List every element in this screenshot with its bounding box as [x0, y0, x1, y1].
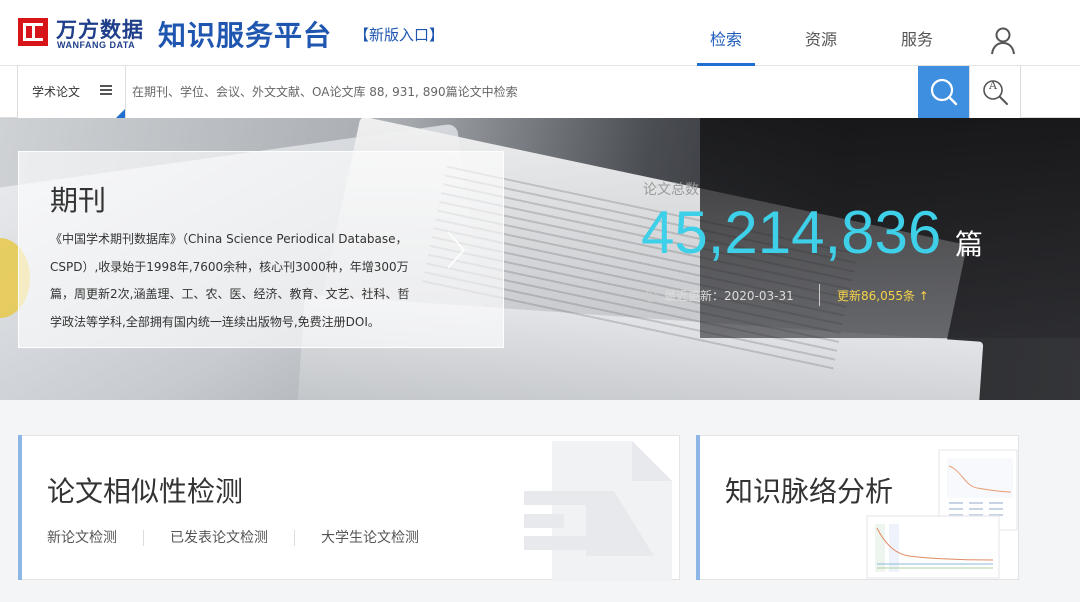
journal-info-card[interactable]: 期刊 《中国学术期刊数据库》（China Science Periodical … — [18, 151, 504, 348]
header: 万方数据 WANFANG DATA 知识服务平台 【新版入口】 检索 资源 服务 — [0, 0, 1080, 66]
card-links: 新论文检测 已发表论文检测 大学生论文检测 — [47, 527, 419, 547]
chevron-right-icon[interactable] — [445, 230, 467, 270]
nav-services[interactable]: 服务 — [901, 0, 935, 66]
update-date: 最近更新：2020-03-31 — [664, 289, 794, 303]
student-paper-check-link[interactable]: 大学生论文检测 — [321, 527, 419, 547]
similarity-check-card[interactable]: 论文相似性检测 新论文检测 已发表论文检测 大学生论文检测 — [18, 435, 680, 581]
divider — [819, 284, 820, 306]
user-icon[interactable] — [990, 27, 1016, 55]
advanced-search-icon: A — [983, 79, 1008, 105]
published-paper-check-link[interactable]: 已发表论文检测 — [170, 527, 268, 547]
nav-search[interactable]: 检索 — [697, 0, 755, 66]
stat-unit: 篇 — [955, 228, 984, 261]
logo-subtext: WANFANG DATA — [57, 40, 136, 50]
hero-banner: 期刊 《中国学术期刊数据库》（China Science Periodical … — [0, 118, 1080, 400]
card-accent — [696, 435, 700, 580]
card-title: 论文相似性检测 — [47, 475, 244, 508]
knowledge-analysis-card[interactable]: 知识脉络分析 — [696, 435, 1019, 580]
journal-description: 《中国学术期刊数据库》（China Science Periodical Dat… — [50, 232, 410, 329]
search-icon — [930, 78, 958, 106]
nav-resources[interactable]: 资源 — [805, 0, 839, 66]
card-accent — [18, 435, 22, 580]
new-version-entry-link[interactable]: 【新版入口】 — [354, 24, 444, 45]
svg-text:A: A — [988, 79, 998, 92]
chart-thumbnail-icon — [866, 449, 1018, 579]
search-type-select[interactable]: 学术论文 — [17, 66, 126, 118]
search-button[interactable] — [918, 66, 969, 118]
new-paper-check-link[interactable]: 新论文检测 — [47, 527, 117, 547]
advanced-search-button[interactable]: A — [969, 66, 1021, 118]
stat-label: 论文总数 — [643, 182, 699, 198]
wanfang-logo-icon[interactable] — [18, 18, 48, 46]
search-type-label: 学术论文 — [32, 85, 81, 99]
journal-title: 期刊 — [50, 184, 107, 217]
clock-icon — [645, 290, 657, 302]
dropdown-corner-icon — [116, 109, 125, 118]
search-bar: 学术论文 A — [0, 66, 1080, 118]
search-input[interactable] — [126, 66, 918, 118]
menu-icon[interactable] — [100, 85, 112, 95]
update-count: 更新86,055条 ↑ — [837, 289, 929, 303]
document-icon — [524, 441, 672, 581]
stat-total: 45,214,836 — [641, 199, 942, 266]
platform-title: 知识服务平台 — [158, 19, 333, 52]
